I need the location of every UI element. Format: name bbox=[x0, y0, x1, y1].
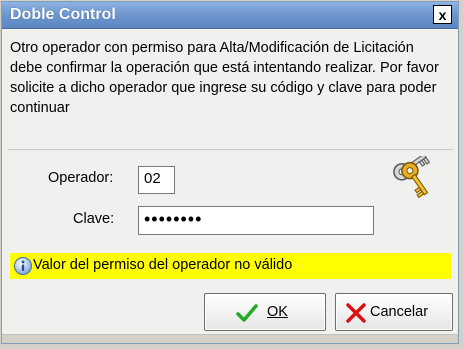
title-bar[interactable]: Doble Control x bbox=[2, 2, 458, 29]
close-icon: x bbox=[438, 6, 447, 23]
instruction-message: Otro operador con permiso para Alta/Modi… bbox=[10, 40, 439, 116]
clave-label: Clave: bbox=[73, 211, 115, 227]
info-icon bbox=[14, 257, 32, 275]
ok-label: OK bbox=[267, 304, 288, 320]
validation-notice: Valor del permiso del operador no válido bbox=[10, 253, 451, 279]
dialog-window: Doble Control x Otro operador con permis… bbox=[1, 1, 459, 344]
operador-label: Operador: bbox=[48, 170, 114, 186]
cancel-button[interactable]: Cancelar bbox=[335, 293, 453, 331]
clave-password-input[interactable]: •••••••• bbox=[138, 206, 374, 235]
operador-input[interactable]: 02 bbox=[138, 166, 175, 194]
bottom-border bbox=[2, 334, 458, 343]
notice-text: Valor del permiso del operador no válido bbox=[33, 257, 293, 273]
checkmark-icon bbox=[236, 304, 258, 322]
operador-value: 02 bbox=[144, 170, 161, 187]
window-title: Doble Control bbox=[10, 6, 116, 23]
keys-icon bbox=[393, 156, 431, 199]
ok-button[interactable]: OK bbox=[204, 293, 326, 331]
x-mark-icon bbox=[346, 303, 366, 323]
cancel-label: Cancelar bbox=[370, 304, 429, 320]
close-button[interactable]: x bbox=[433, 5, 452, 24]
clave-value: •••••••• bbox=[144, 209, 203, 229]
